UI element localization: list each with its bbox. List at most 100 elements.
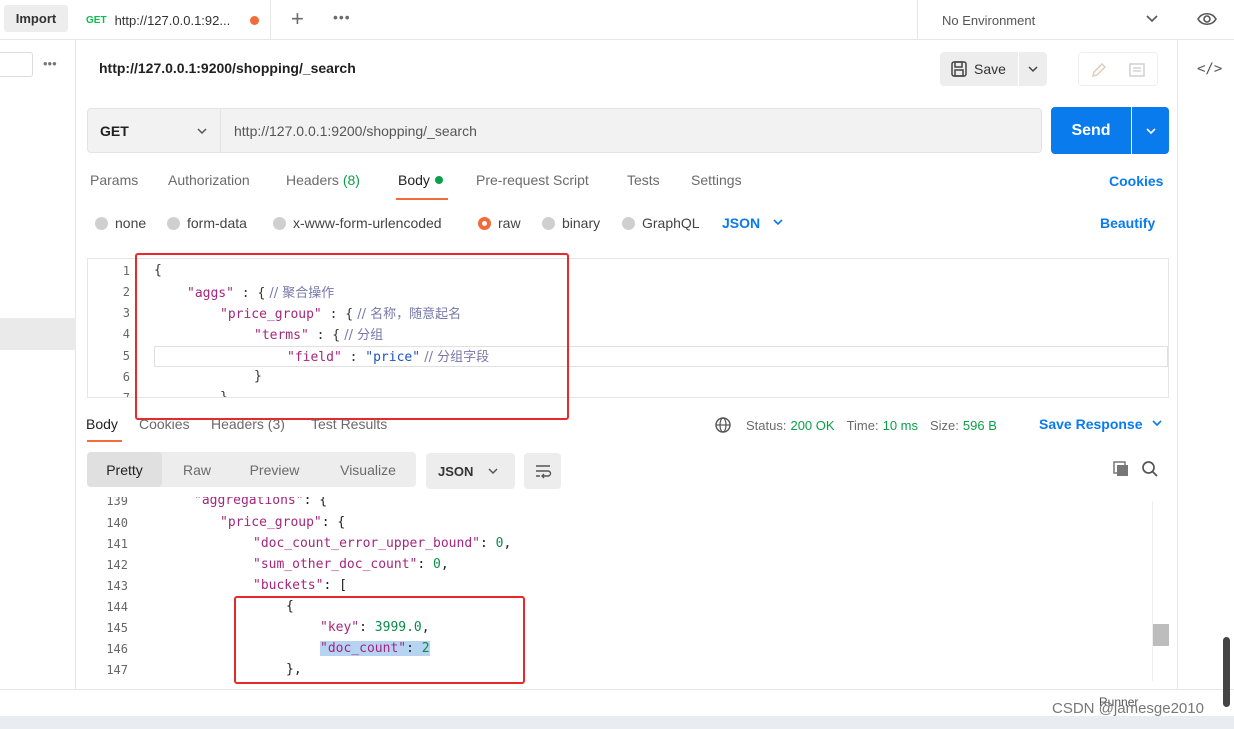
body-format-label: JSON	[722, 215, 761, 231]
response-line: 143 "buckets": [	[106, 578, 347, 593]
editor-line: 4 "terms" : { // 分组	[122, 326, 384, 344]
radio-none[interactable]: none	[95, 215, 146, 231]
radio-form-data-label: form-data	[187, 215, 247, 231]
pencil-icon[interactable]	[1089, 60, 1109, 80]
radio-circle-icon	[542, 216, 555, 230]
radio-graphql[interactable]: GraphQL	[622, 215, 700, 231]
view-visualize[interactable]: Visualize	[327, 452, 409, 487]
chevron-down-icon	[1146, 15, 1158, 23]
tab-body-label: Body	[398, 172, 430, 188]
view-raw[interactable]: Raw	[167, 452, 227, 487]
radio-circle-icon	[622, 216, 635, 230]
response-format-label: JSON	[438, 463, 474, 479]
size-value: 596 B	[962, 417, 997, 433]
code-snippet-icon[interactable]: </>	[1197, 61, 1222, 77]
tab-settings[interactable]: Settings	[691, 172, 742, 188]
view-pretty[interactable]: Pretty	[87, 452, 162, 487]
radio-urlencoded[interactable]: x-www-form-urlencoded	[273, 215, 442, 231]
chevron-down-icon	[1028, 66, 1038, 73]
url-input[interactable]: http://127.0.0.1:9200/shopping/_search	[221, 108, 1042, 153]
chevron-down-icon	[1152, 420, 1162, 427]
import-button[interactable]: Import	[4, 5, 68, 32]
response-tab-headers[interactable]: Headers (3)	[211, 416, 285, 432]
response-scroll-thumb[interactable]	[1153, 624, 1169, 646]
sidebar-selected-item[interactable]	[0, 318, 76, 350]
status-bar	[0, 689, 1234, 717]
editor-line: 2 "aggs" : { // 聚合操作	[122, 284, 335, 302]
radio-raw[interactable]: raw	[478, 215, 521, 231]
response-line: 144{	[106, 599, 294, 614]
response-tab-test-results[interactable]: Test Results	[311, 416, 387, 432]
response-format-select[interactable]: JSON	[426, 453, 515, 489]
send-options-button[interactable]	[1132, 107, 1169, 154]
body-indicator-dot-icon	[434, 176, 443, 184]
method-select[interactable]: GET	[87, 108, 221, 153]
tab-tests[interactable]: Tests	[627, 172, 660, 188]
body-format-select[interactable]: JSON	[722, 215, 784, 231]
response-line: 141 "doc_count_error_upper_bound": 0,	[106, 536, 512, 551]
edit-docs-buttons[interactable]	[1078, 52, 1158, 86]
radio-none-label: none	[115, 215, 147, 231]
chevron-down-icon	[197, 128, 207, 135]
wrap-lines-icon	[535, 465, 551, 479]
tab-prerequest-script[interactable]: Pre-request Script	[476, 172, 589, 188]
tab-params[interactable]: Params	[90, 172, 138, 188]
cookies-link[interactable]: Cookies	[1109, 173, 1163, 189]
top-bar: Import GET http://127.0.0.1:92... + ••• …	[0, 0, 1234, 40]
sidebar-more-icon[interactable]: •••	[43, 56, 57, 71]
response-line: 147},	[106, 662, 302, 677]
tab-method: GET	[86, 14, 107, 26]
radio-urlencoded-label: x-www-form-urlencoded	[293, 215, 442, 231]
editor-line: 6}	[122, 369, 262, 384]
wrap-lines-button[interactable]	[524, 453, 561, 489]
response-line: 139 "aggregations": {	[106, 497, 328, 508]
save-response-button[interactable]: Save Response	[1039, 416, 1163, 432]
eye-icon[interactable]	[1196, 8, 1218, 30]
tab-headers[interactable]: Headers (8)	[286, 172, 360, 188]
copy-icon[interactable]	[1112, 460, 1130, 478]
request-title[interactable]: http://127.0.0.1:9200/shopping/_search	[99, 60, 356, 76]
save-label: Save	[974, 61, 1006, 77]
environment-select[interactable]: No Environment	[917, 0, 1175, 40]
tab-headers-label: Headers	[286, 172, 339, 188]
radio-binary[interactable]: binary	[542, 215, 600, 231]
tab-title: http://127.0.0.1:92...	[114, 12, 231, 28]
response-tab-cookies[interactable]: Cookies	[139, 416, 190, 432]
new-tab-plus-icon[interactable]: +	[291, 6, 304, 32]
radio-raw-label: raw	[498, 215, 521, 231]
document-icon[interactable]	[1127, 60, 1147, 80]
annotation-box-response	[234, 596, 525, 684]
response-view-toggle: Pretty Raw Preview Visualize	[87, 452, 416, 487]
send-button[interactable]: Send	[1051, 107, 1131, 154]
save-options-button[interactable]	[1019, 52, 1047, 86]
annotation-box-request	[135, 253, 569, 420]
response-tab-body[interactable]: Body	[86, 416, 118, 432]
globe-icon[interactable]	[714, 416, 732, 434]
response-line: 145 "key": 3999.0,	[106, 620, 430, 635]
tab-authorization[interactable]: Authorization	[168, 172, 250, 188]
radio-circle-icon	[167, 216, 180, 230]
tab-headers-count: (8)	[342, 172, 360, 188]
chevron-down-icon	[1145, 127, 1156, 134]
request-tab[interactable]: GET http://127.0.0.1:92...	[76, 0, 271, 40]
view-preview[interactable]: Preview	[237, 452, 312, 487]
method-label: GET	[100, 122, 129, 139]
status-label: Status:	[746, 417, 787, 433]
save-button[interactable]: Save	[940, 52, 1018, 86]
sidebar-filter-input[interactable]	[0, 52, 33, 77]
save-response-label: Save Response	[1039, 416, 1143, 432]
response-status: Status: 200 OK Time: 10 ms Size: 596 B	[714, 416, 997, 434]
response-line: 140 "price_group": {	[106, 515, 346, 530]
response-scrollbar[interactable]	[1152, 501, 1170, 681]
tab-body[interactable]: Body	[398, 172, 443, 188]
editor-line: 7}	[122, 390, 228, 398]
beautify-link[interactable]: Beautify	[1100, 215, 1155, 231]
editor-line: 5 "field" : "price" // 分组字段	[122, 348, 490, 366]
more-tabs-icon[interactable]: •••	[333, 9, 351, 25]
radio-form-data[interactable]: form-data	[167, 215, 247, 231]
radio-graphql-label: GraphQL	[642, 215, 700, 231]
environment-label: No Environment	[942, 12, 1036, 28]
window-scrollbar[interactable]	[1223, 637, 1230, 707]
editor-line: 3 "price_group" : { // 名称，随意起名	[122, 305, 462, 323]
search-icon[interactable]	[1141, 460, 1159, 478]
